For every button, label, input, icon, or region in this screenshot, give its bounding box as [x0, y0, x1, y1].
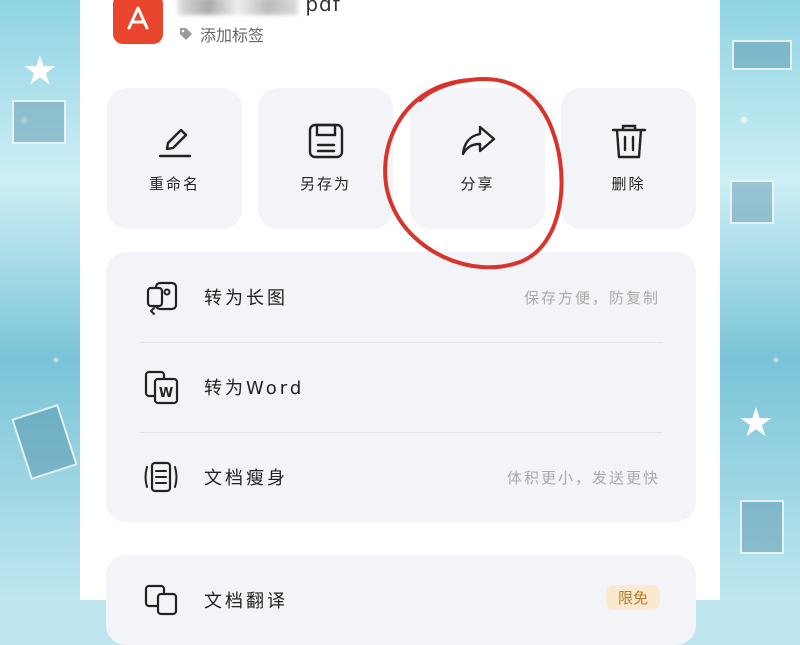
- star-decoration-icon: ★: [22, 48, 58, 94]
- compress-doc-label: 文档瘦身: [204, 468, 288, 489]
- rename-label: 重命名: [148, 175, 200, 193]
- convert-long-image-hint: 保存方便，防复制: [523, 288, 660, 307]
- convert-word-row[interactable]: W 转为Word: [106, 342, 696, 432]
- share-label: 分享: [460, 175, 495, 193]
- tools-group: 转为长图 保存方便，防复制 W 转为Word 文档瘦身 体积更小，发送更快: [106, 252, 696, 522]
- convert-word-label: 转为Word: [204, 378, 305, 399]
- redacted-filename: [178, 0, 298, 15]
- translate-doc-row[interactable]: 文档翻译 限免: [106, 555, 696, 645]
- free-badge: 限免: [605, 585, 660, 610]
- compress-doc-row[interactable]: 文档瘦身 体积更小，发送更快: [106, 432, 696, 522]
- save-icon: [306, 121, 346, 161]
- background-left: ★: [0, 0, 80, 600]
- add-tag-label: 添加标签: [200, 26, 265, 45]
- convert-long-image-row[interactable]: 转为长图 保存方便，防复制: [106, 252, 696, 342]
- star-decoration-icon: ★: [738, 400, 774, 446]
- add-tag-button[interactable]: 添加标签: [178, 22, 264, 46]
- decoration-shape: [12, 100, 66, 144]
- translate-doc-label: 文档翻译: [204, 591, 288, 612]
- delete-button[interactable]: 删除: [561, 88, 696, 229]
- share-button[interactable]: 分享: [410, 88, 545, 229]
- trash-icon: [609, 121, 649, 161]
- compress-doc-hint: 体积更小，发送更快: [506, 468, 660, 487]
- tag-icon: [180, 28, 192, 40]
- translate-icon: [141, 580, 181, 620]
- pdf-file-icon: [113, 0, 163, 44]
- pencil-icon: [155, 121, 195, 161]
- long-image-icon: [141, 277, 181, 317]
- decoration-shape: [732, 40, 792, 70]
- share-icon: [458, 121, 498, 161]
- translate-group: 文档翻译 限免: [106, 555, 696, 645]
- save-as-label: 另存为: [299, 175, 351, 193]
- svg-text:W: W: [159, 386, 173, 401]
- background-right: ★: [720, 0, 800, 600]
- file-action-sheet: pdf 添加标签 重命名 另存为 分享 删除 转为长图 保存方便，防复制 W 转…: [80, 0, 720, 645]
- delete-label: 删除: [611, 175, 646, 193]
- word-icon: W: [141, 367, 181, 407]
- decoration-shape: [740, 500, 784, 554]
- decoration-shape: [11, 403, 78, 481]
- compress-icon: [141, 457, 181, 497]
- convert-long-image-label: 转为长图: [204, 288, 288, 309]
- decoration-shape: [730, 180, 774, 224]
- save-as-button[interactable]: 另存为: [258, 88, 393, 229]
- rename-button[interactable]: 重命名: [107, 88, 242, 229]
- file-extension: pdf: [305, 0, 341, 16]
- file-name: pdf: [178, 0, 341, 16]
